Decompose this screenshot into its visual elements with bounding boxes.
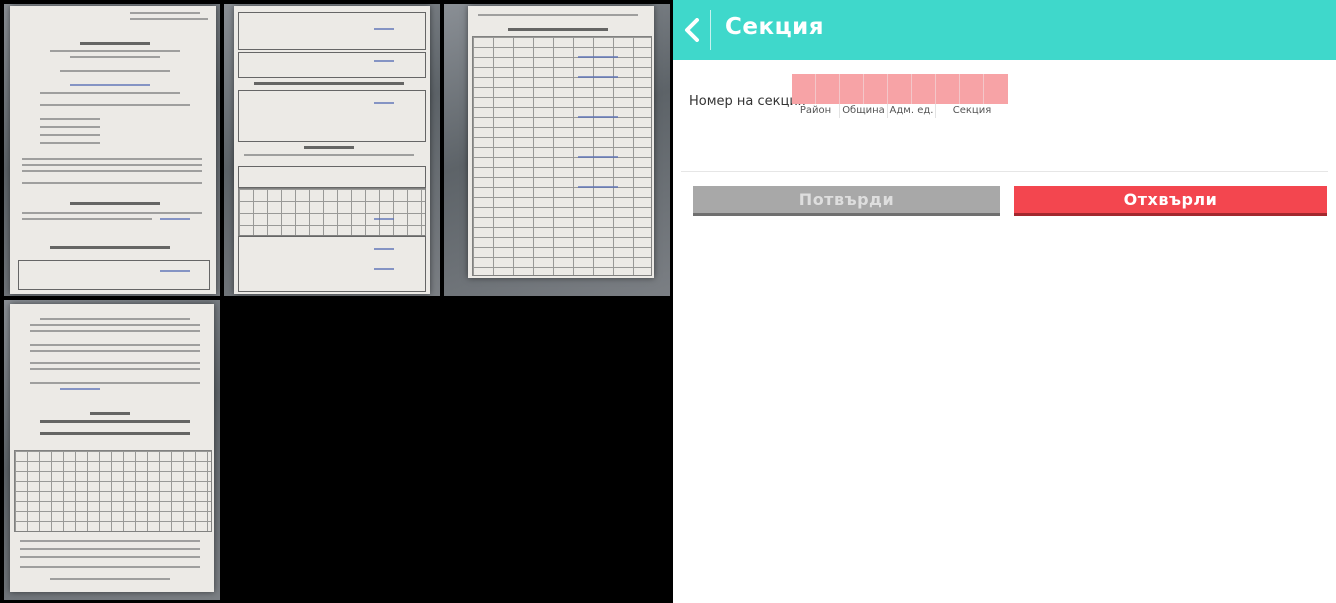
protocol-photo-1[interactable] — [4, 4, 220, 296]
segment-label-region: Район — [792, 104, 840, 118]
section-code-cell[interactable] — [984, 74, 1008, 104]
chevron-left-icon — [685, 18, 699, 42]
back-button[interactable] — [677, 12, 707, 48]
confirm-button[interactable]: Потвърди — [693, 186, 1000, 216]
segment-label-admin-unit: Адм. ед. — [888, 104, 936, 118]
header-bar: Секция — [673, 0, 1336, 60]
section-code-cell[interactable] — [864, 74, 888, 104]
segment-label-section: Секция — [952, 105, 992, 116]
section-code-cell[interactable] — [840, 74, 864, 104]
divider — [681, 171, 1328, 172]
section-code-input[interactable] — [792, 74, 1008, 104]
protocol-photo-3[interactable] — [444, 4, 670, 296]
reject-button[interactable]: Отхвърли — [1014, 186, 1327, 216]
header-divider — [710, 10, 711, 50]
protocol-photo-2[interactable] — [224, 4, 440, 296]
protocol-photos-panel — [0, 0, 673, 603]
protocol-photo-4[interactable] — [4, 300, 220, 600]
section-code-cell[interactable] — [816, 74, 840, 104]
section-code-cell[interactable] — [912, 74, 936, 104]
section-code-cell[interactable] — [936, 74, 960, 104]
section-code-segments: Район Община Адм. ед. Секция — [792, 104, 1008, 118]
section-code-cell[interactable] — [792, 74, 816, 104]
section-number-label: Номер на секция — [689, 94, 806, 109]
section-code-cell[interactable] — [960, 74, 984, 104]
segment-label-municipality: Община — [840, 104, 888, 118]
page-title: Секция — [725, 14, 825, 40]
section-code-cell[interactable] — [888, 74, 912, 104]
section-panel: Секция Номер на секция Район Община Адм.… — [673, 0, 1336, 603]
